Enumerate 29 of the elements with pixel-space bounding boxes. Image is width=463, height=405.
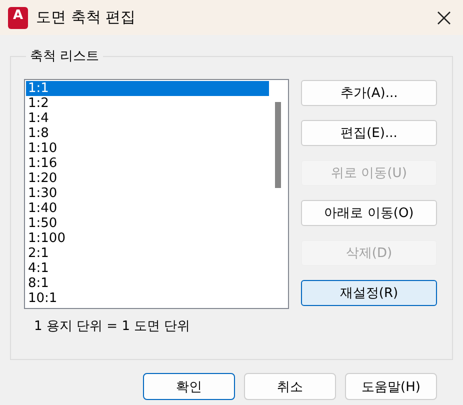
group-title: 축척 리스트 — [29, 48, 100, 65]
scale-list-item[interactable]: 1:1 — [26, 81, 269, 96]
action-button[interactable]: 아래로 이동(O) — [301, 200, 437, 226]
dialog-button[interactable]: 확인 — [143, 373, 235, 400]
scale-list-item[interactable]: 1:50 — [26, 216, 269, 231]
scale-list-item[interactable]: 1:8 — [26, 126, 269, 141]
scale-list-item[interactable]: 1:16 — [26, 156, 269, 171]
scale-list-item[interactable]: 4:1 — [26, 261, 269, 276]
scrollbar-thumb[interactable] — [275, 102, 281, 188]
action-button[interactable]: 추가(A)... — [301, 80, 437, 106]
window-title: 도면 축척 편집 — [36, 8, 137, 27]
close-icon[interactable] — [437, 10, 451, 24]
scale-list-item[interactable]: 1:20 — [26, 171, 269, 186]
action-button[interactable]: 편집(E)... — [301, 120, 437, 146]
scale-list-item[interactable]: 8:1 — [26, 276, 269, 291]
scale-list-item[interactable]: 10:1 — [26, 291, 269, 306]
dialog-button[interactable]: 취소 — [244, 373, 336, 400]
scale-list-item[interactable]: 1:30 — [26, 186, 269, 201]
app-logo: A — [8, 6, 28, 28]
unit-ratio-text: 1 용지 단위 = 1 도면 단위 — [33, 318, 192, 335]
scale-list[interactable]: 1:1 1:2 1:4 1:8 1:10 1:16 1:20 1:30 1:40 1:50 1:100 2:1 4:1 8:1 10:1 — [24, 79, 289, 309]
scale-list-item[interactable]: 1:2 — [26, 96, 269, 111]
scale-list-item[interactable]: 1:40 — [26, 201, 269, 216]
scale-list-item[interactable]: 2:1 — [26, 246, 269, 261]
scale-list-item[interactable]: 1:10 — [26, 141, 269, 156]
action-button[interactable]: 재설정(R) — [301, 280, 437, 306]
dialog-button[interactable]: 도움말(H) — [345, 373, 437, 400]
scale-list-item[interactable]: 1:4 — [26, 111, 269, 126]
scale-list-item[interactable]: 1:100 — [26, 231, 269, 246]
